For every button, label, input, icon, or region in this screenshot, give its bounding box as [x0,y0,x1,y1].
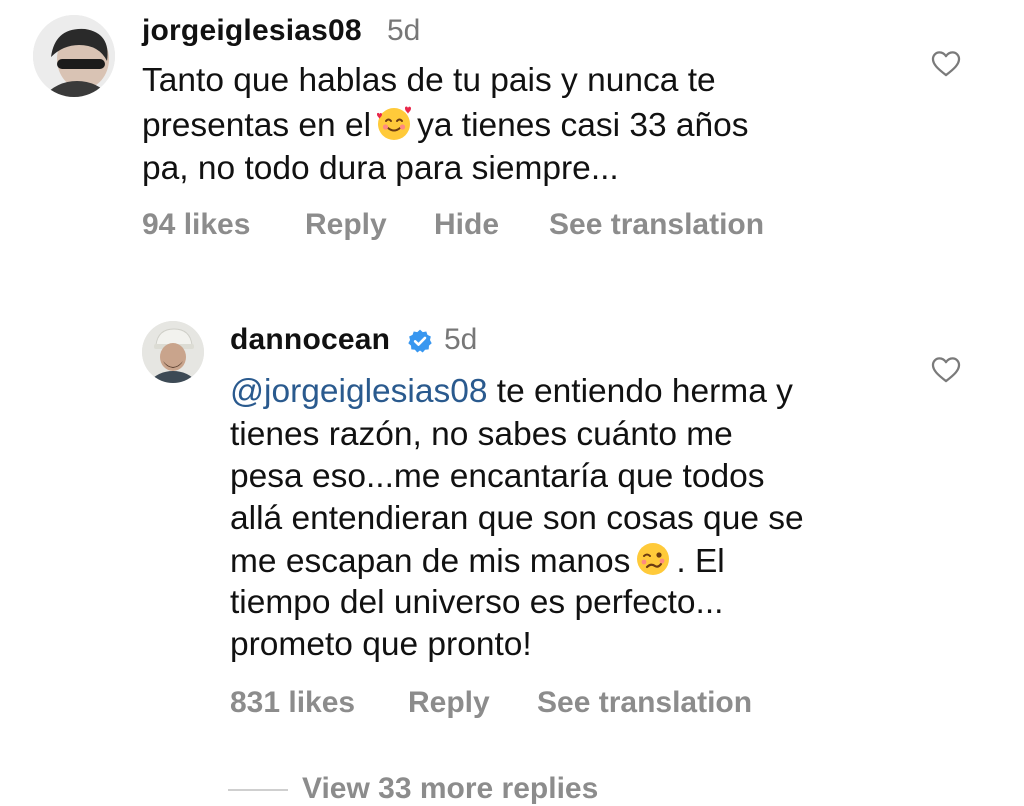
heart-outline-icon[interactable] [929,352,963,386]
avatar-dannocean[interactable] [142,321,204,383]
comment-username[interactable]: dannocean [230,323,390,357]
comment-text-segment: ya tienes casi 33 años [417,107,749,144]
comment-time: 5d [387,14,421,47]
comment-text-line: Tanto que hablas de tu pais y nunca te [142,62,716,99]
likes-count[interactable]: 831 likes [230,686,355,720]
comment-text-segment: me escapan de mis manos [230,543,631,580]
comment-text-segment: . El [676,543,725,580]
comment-username[interactable]: jorgeiglesias08 [142,14,362,48]
smiling-face-with-hearts-icon [375,104,413,153]
comment-time: 5d [444,323,478,356]
divider-line [228,789,288,792]
comment-text-line: @jorgeiglesias08 te entiendo herma y [230,371,793,413]
likes-count[interactable]: 94 likes [142,208,250,242]
verified-badge-icon [408,329,432,353]
comment-text-line: tienes razón, no sabes cuánto me [230,416,733,453]
comment-text-line: allá entendieran que son cosas que se [230,500,804,537]
hide-button[interactable]: Hide [434,208,499,242]
reply-button[interactable]: Reply [408,686,490,720]
comment-text-line: pa, no todo dura para siempre... [142,150,619,187]
comment-text-segment: te entiendo herma y [496,373,793,410]
see-translation-button[interactable]: See translation [549,208,764,242]
comment-text-line: pesa eso...me encantaría que todos [230,458,765,495]
comment-text-line: tiempo del universo es perfecto... [230,584,724,621]
comment-text-segment: presentas en el [142,107,372,144]
see-translation-button[interactable]: See translation [537,686,752,720]
mention-link[interactable]: @jorgeiglesias08 [230,373,487,410]
reply-button[interactable]: Reply [305,208,387,242]
comment-text-line: presentas en el ya tienes casi 33 años [142,104,749,153]
view-more-replies[interactable]: View 33 more replies [228,772,598,806]
heart-outline-icon[interactable] [929,46,963,80]
avatar-jorgeiglesias08[interactable] [33,15,115,97]
comment-text-line: prometo que pronto! [230,626,532,663]
